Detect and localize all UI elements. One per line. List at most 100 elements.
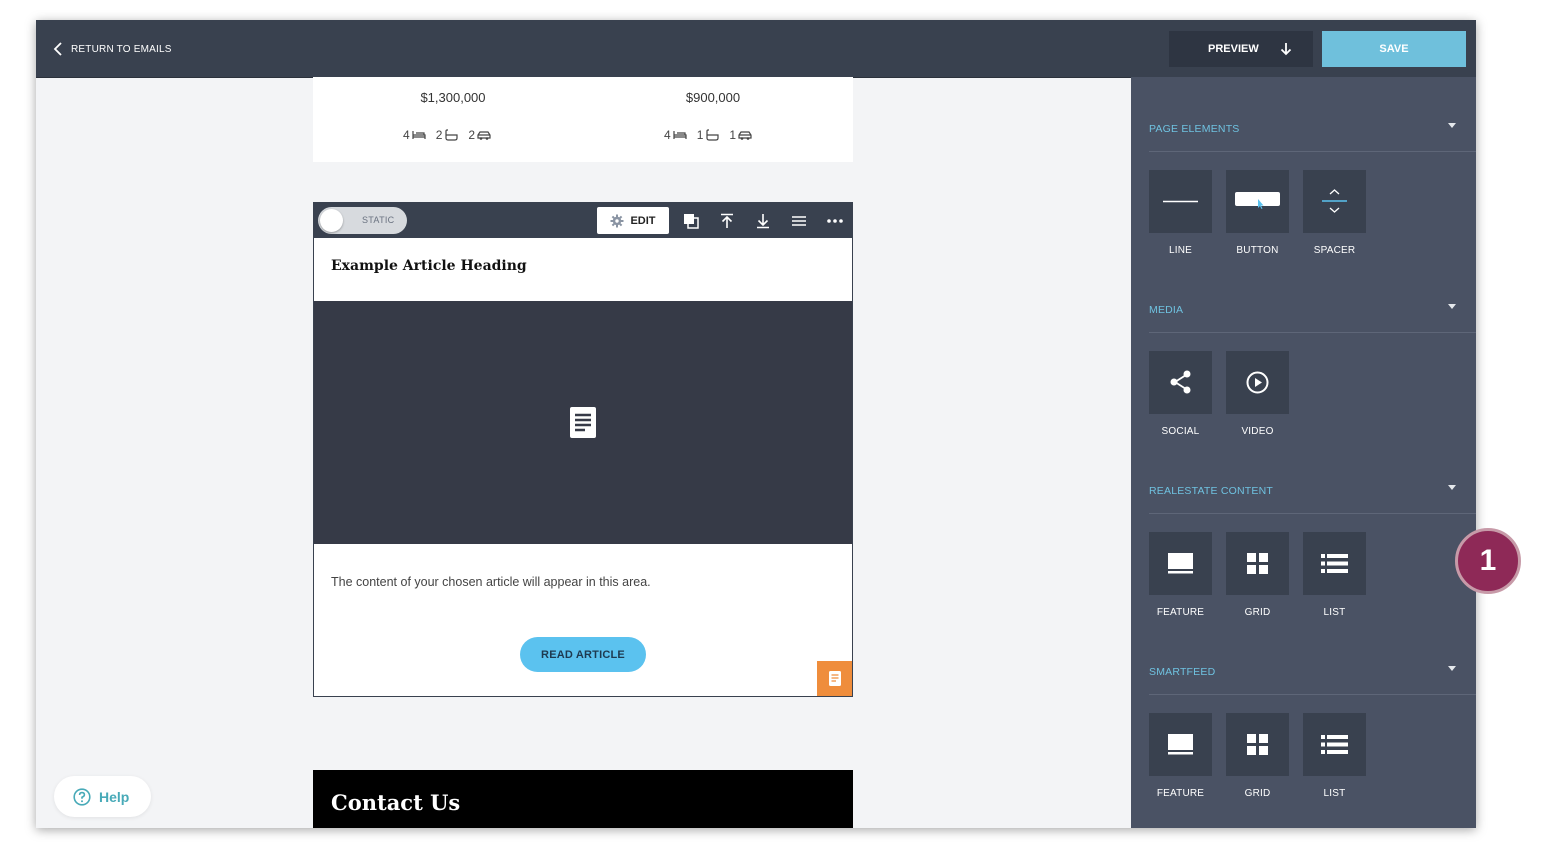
more-options-icon[interactable] — [826, 212, 844, 230]
tile-label: FEATURE — [1156, 788, 1205, 799]
help-label: Help — [99, 789, 130, 805]
beds-feature: 4 — [664, 128, 687, 142]
grid-icon — [1247, 553, 1268, 574]
section-title: MEDIA — [1149, 304, 1184, 316]
section-header-realestate-content[interactable]: REALESTATE CONTENT — [1149, 481, 1476, 501]
tile-feature[interactable] — [1149, 532, 1212, 595]
tile-label: LIST — [1323, 607, 1346, 618]
read-article-button[interactable]: READ ARTICLE — [520, 637, 646, 672]
section-divider — [1149, 513, 1476, 514]
tile-label: SOCIAL — [1161, 426, 1200, 437]
duplicate-icon[interactable] — [682, 212, 700, 230]
toggle-label: STATIC — [362, 215, 395, 225]
list-icon — [1321, 554, 1348, 573]
section-title: SMARTFEED — [1149, 666, 1216, 678]
article-type-tag — [817, 661, 852, 696]
article-image-placeholder — [314, 301, 852, 544]
article-block[interactable]: STATIC EDIT Example Article Heading The … — [313, 202, 853, 697]
baths-feature: 2 — [436, 128, 459, 142]
help-button[interactable]: Help — [54, 776, 151, 817]
step-number-badge: 1 — [1455, 528, 1521, 594]
play-circle-icon — [1246, 371, 1269, 394]
caret-down-icon — [1448, 485, 1456, 490]
save-button[interactable]: SAVE — [1322, 31, 1466, 67]
move-to-bottom-icon[interactable] — [754, 212, 772, 230]
toggle-knob — [320, 209, 343, 232]
listing-block[interactable]: $1,300,000 $900,000 4 2 2 4 1 1 — [313, 77, 853, 162]
article-icon — [828, 671, 841, 686]
document-icon — [570, 407, 596, 438]
bath-icon — [706, 129, 719, 141]
listing-features: 4 1 1 — [664, 128, 762, 142]
contact-block[interactable]: Contact Us — [313, 770, 853, 828]
list-icon — [1321, 735, 1348, 754]
share-icon — [1170, 370, 1191, 394]
tile-smartfeed-grid[interactable] — [1226, 713, 1289, 776]
bed-icon — [673, 131, 687, 139]
feature-icon — [1168, 553, 1193, 574]
caret-down-icon — [1448, 304, 1456, 309]
edit-label: EDIT — [630, 214, 656, 227]
tile-smartfeed-list[interactable] — [1303, 713, 1366, 776]
return-to-emails-label: RETURN TO EMAILS — [71, 43, 172, 55]
static-toggle[interactable]: STATIC — [318, 207, 407, 234]
block-toolbar: STATIC EDIT — [314, 203, 852, 238]
baths-feature: 1 — [697, 128, 720, 142]
section-title: PAGE ELEMENTS — [1149, 123, 1240, 135]
tile-smartfeed-feature[interactable] — [1149, 713, 1212, 776]
bed-icon — [412, 131, 426, 139]
chevron-left-icon — [53, 42, 62, 56]
question-icon — [73, 788, 91, 806]
tile-label: VIDEO — [1241, 426, 1274, 437]
section-divider — [1149, 694, 1476, 695]
line-icon — [1163, 200, 1198, 203]
tile-list[interactable] — [1303, 532, 1366, 595]
bath-icon — [445, 129, 458, 141]
move-to-top-icon[interactable] — [718, 212, 736, 230]
car-icon — [738, 131, 752, 140]
section-header-page-elements[interactable]: PAGE ELEMENTS — [1149, 119, 1476, 139]
section-header-media[interactable]: MEDIA — [1149, 300, 1476, 320]
gear-icon — [610, 214, 624, 227]
contact-title: Contact Us — [331, 790, 461, 815]
grid-icon — [1247, 734, 1268, 755]
drag-handle-icon[interactable] — [790, 212, 808, 230]
article-heading: Example Article Heading — [331, 258, 527, 274]
tile-social[interactable] — [1149, 351, 1212, 414]
button-icon — [1235, 192, 1280, 209]
top-bar: RETURN TO EMAILS PREVIEW SAVE — [36, 20, 1476, 78]
tile-spacer[interactable] — [1303, 170, 1366, 233]
caret-down-icon — [1448, 123, 1456, 128]
tile-line[interactable] — [1149, 170, 1212, 233]
tile-label: LINE — [1168, 245, 1193, 256]
arrow-down-icon — [1280, 43, 1292, 56]
tile-label: FEATURE — [1156, 607, 1205, 618]
email-editor: RETURN TO EMAILS PREVIEW SAVE $1,300,000… — [36, 20, 1476, 828]
tile-label: GRID — [1244, 607, 1271, 618]
listing-features: 4 2 2 — [403, 128, 501, 142]
caret-down-icon — [1448, 666, 1456, 671]
section-title: REALESTATE CONTENT — [1149, 485, 1273, 497]
tile-grid[interactable] — [1226, 532, 1289, 595]
listing-price: $1,300,000 — [420, 90, 486, 105]
section-divider — [1149, 151, 1476, 152]
section-divider — [1149, 332, 1476, 333]
edit-button[interactable]: EDIT — [597, 207, 669, 234]
tile-label: SPACER — [1313, 245, 1356, 256]
return-to-emails-button[interactable]: RETURN TO EMAILS — [52, 39, 172, 59]
tile-button[interactable] — [1226, 170, 1289, 233]
tile-label: BUTTON — [1236, 245, 1279, 256]
section-header-smartfeed[interactable]: SMARTFEED — [1149, 662, 1476, 682]
garage-feature: 2 — [468, 128, 491, 142]
tile-label: GRID — [1244, 788, 1271, 799]
elements-sidebar: PAGE ELEMENTS LINE BUTTON SPACER MEDIA S… — [1131, 77, 1476, 828]
listing-price: $900,000 — [685, 90, 741, 105]
article-body-text: The content of your chosen article will … — [331, 575, 651, 589]
tile-label: LIST — [1323, 788, 1346, 799]
preview-button[interactable]: PREVIEW — [1169, 31, 1313, 67]
tile-video[interactable] — [1226, 351, 1289, 414]
beds-feature: 4 — [403, 128, 426, 142]
spacer-icon — [1322, 189, 1347, 213]
feature-icon — [1168, 734, 1193, 755]
garage-feature: 1 — [729, 128, 752, 142]
